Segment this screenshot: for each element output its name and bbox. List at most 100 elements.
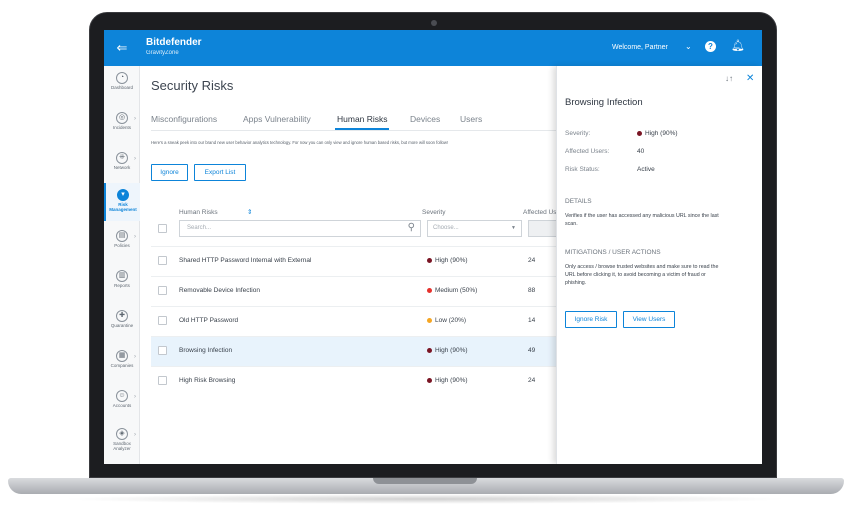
sidebar-item-companies[interactable]: ▦ Companies ›	[104, 344, 140, 382]
sidebar-item-quarantine[interactable]: ✚ Quarantine	[104, 304, 140, 342]
risk-details-panel: ↓↑ ✕ Browsing Infection Severity: High (…	[556, 66, 762, 464]
row-checkbox[interactable]	[158, 256, 167, 265]
tab-human-risks[interactable]: Human Risks	[337, 114, 388, 124]
help-icon[interactable]: ?	[705, 41, 716, 52]
page-title: Security Risks	[151, 78, 234, 93]
sidebar-item-network[interactable]: ⁜ Network ›	[104, 146, 140, 184]
risk-status-value: Active	[637, 166, 655, 173]
sort-icon[interactable]: ⇕	[247, 208, 252, 216]
laptop-mockup: ⇐ Bitdefender GravityZone Welcome, Partn…	[0, 0, 848, 514]
row-checkbox[interactable]	[158, 376, 167, 385]
ignore-risk-button[interactable]: Ignore Risk	[565, 311, 617, 328]
risk-severity: High (90%)	[435, 257, 468, 264]
view-users-button[interactable]: View Users	[623, 311, 675, 328]
risk-management-icon: ▾	[117, 189, 129, 201]
chevron-down-icon[interactable]: ⌄	[685, 42, 692, 51]
sidebar-item-sandbox-analyzer[interactable]: ◈ Sandbox Analyzer ›	[104, 422, 140, 460]
close-icon[interactable]: ✕	[746, 73, 754, 84]
severity-dot	[427, 258, 432, 263]
risk-status-label: Risk Status:	[565, 166, 600, 173]
welcome-text[interactable]: Welcome, Partner	[612, 44, 668, 51]
search-placeholder: Search...	[187, 225, 212, 231]
sidebar-item-incidents[interactable]: ◎ Incidents ›	[104, 106, 140, 144]
brand-logo[interactable]: Bitdefender GravityZone	[146, 37, 202, 57]
risk-name: Browsing Infection	[179, 347, 233, 354]
chevron-right-icon: ›	[134, 234, 136, 240]
sidebar-item-dashboard[interactable]: ◔ Dashboard	[104, 66, 140, 104]
details-heading: DETAILS	[565, 198, 592, 205]
affected-users-count: 24	[528, 257, 536, 264]
severity-filter-placeholder: Choose...	[433, 225, 459, 231]
affected-users-count: 49	[528, 347, 536, 354]
affected-users-count: 14	[528, 317, 536, 324]
reports-icon: ▥	[116, 270, 128, 282]
sidebar-item-risk-management[interactable]: ▾ Risk Management	[104, 183, 140, 221]
dashboard-icon: ◔	[116, 72, 128, 84]
sidebar-item-accounts[interactable]: ☺ Accounts ›	[104, 384, 140, 422]
row-checkbox[interactable]	[158, 286, 167, 295]
tab-devices[interactable]: Devices	[410, 114, 440, 124]
select-all-checkbox[interactable]	[158, 224, 167, 233]
table-row[interactable]: Removable Device Infection Medium (50%) …	[151, 276, 560, 306]
accounts-icon: ☺	[116, 390, 128, 402]
search-input[interactable]: Search... ⚲	[179, 220, 421, 237]
table-row[interactable]: Shared HTTP Password Internal with Exter…	[151, 246, 560, 276]
sidebar-item-policies[interactable]: ▤ Policies ›	[104, 224, 140, 262]
filter-row: Search... ⚲ Choose... ▼	[151, 220, 560, 240]
risk-name: Old HTTP Password	[179, 317, 239, 324]
sidebar: ◔ Dashboard ◎ Incidents › ⁜ Network › ▾ …	[104, 66, 140, 464]
chevron-right-icon: ›	[134, 432, 136, 438]
sidebar-item-label: Companies	[110, 363, 134, 368]
risk-name: Removable Device Infection	[179, 287, 260, 294]
affected-users-label: Affected Users:	[565, 148, 610, 155]
ignore-button[interactable]: Ignore	[151, 164, 188, 181]
info-text: Here's a sneak peek into our brand new u…	[151, 140, 449, 145]
sidebar-item-label: Dashboard	[110, 85, 133, 90]
risk-name: High Risk Browsing	[179, 377, 236, 384]
incidents-icon: ◎	[116, 112, 128, 124]
row-checkbox[interactable]	[158, 316, 167, 325]
bell-icon[interactable]: 🔔︎	[731, 40, 745, 52]
tab-apps-vulnerability[interactable]: Apps Vulnerability	[243, 114, 311, 124]
severity-value: High (90%)	[645, 130, 678, 137]
app-screen: ⇐ Bitdefender GravityZone Welcome, Partn…	[104, 30, 762, 464]
risk-severity: Medium (50%)	[435, 287, 478, 294]
affected-users-count: 88	[528, 287, 536, 294]
companies-icon: ▦	[116, 350, 128, 362]
quarantine-icon: ✚	[116, 310, 128, 322]
sidebar-item-label: Sandbox Analyzer	[113, 441, 131, 451]
sidebar-item-reports[interactable]: ▥ Reports	[104, 264, 140, 302]
severity-dot	[427, 318, 432, 323]
risk-severity: Low (20%)	[435, 317, 467, 324]
column-header-human-risks[interactable]: Human Risks	[179, 209, 218, 216]
sidebar-item-label: Policies	[114, 243, 130, 248]
sidebar-item-label: Risk Management	[109, 202, 137, 212]
camera-icon	[431, 20, 437, 26]
severity-dot	[637, 131, 642, 136]
policies-icon: ▤	[116, 230, 128, 242]
sidebar-item-label: Accounts	[112, 403, 132, 408]
risk-severity: High (90%)	[435, 377, 468, 384]
severity-dot	[427, 378, 432, 383]
table-row[interactable]: High Risk Browsing High (90%) 24	[151, 366, 560, 396]
mitigations-text: Only access / browse trusted websites an…	[565, 264, 719, 286]
risk-name: Shared HTTP Password Internal with Exter…	[179, 257, 312, 264]
column-header-severity[interactable]: Severity	[422, 209, 445, 216]
sidebar-item-label: Incidents	[112, 125, 131, 130]
chevron-right-icon: ›	[134, 156, 136, 162]
network-icon: ⁜	[116, 152, 128, 164]
row-checkbox[interactable]	[158, 346, 167, 355]
brand-name: Bitdefender	[146, 37, 202, 48]
column-header-affected-users[interactable]: Affected Users	[523, 209, 560, 216]
export-list-button[interactable]: Export List	[194, 164, 246, 181]
severity-filter-select[interactable]: Choose... ▼	[427, 220, 522, 237]
tab-users[interactable]: Users	[460, 114, 482, 124]
sidebar-item-label: Network	[113, 165, 131, 170]
panel-title: Browsing Infection	[565, 97, 643, 108]
laptop-shadow	[60, 494, 790, 504]
table-row[interactable]: Old HTTP Password Low (20%) 14	[151, 306, 560, 336]
menu-collapse-icon[interactable]: ⇐	[114, 40, 130, 56]
tab-misconfigurations[interactable]: Misconfigurations	[151, 114, 217, 124]
sort-arrows-icon[interactable]: ↓↑	[725, 74, 733, 83]
table-row-selected[interactable]: Browsing Infection High (90%) 49	[151, 336, 560, 366]
